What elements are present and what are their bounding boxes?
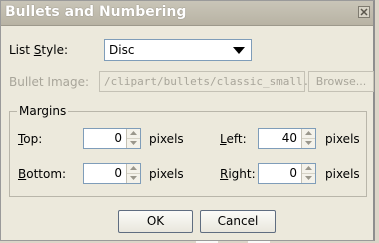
close-icon [360, 8, 368, 16]
bottom-unit: pixels [149, 167, 184, 181]
top-label: Top: [18, 132, 43, 146]
spin-buttons [301, 129, 315, 148]
spin-down-icon [305, 176, 312, 180]
margins-group [9, 111, 367, 197]
list-style-label: List Style: [9, 43, 68, 57]
title-bar: Bullets and Numbering [1, 1, 373, 26]
top-unit: pixels [149, 132, 184, 146]
spin-up-button[interactable] [127, 129, 140, 139]
spin-down-button[interactable] [302, 139, 315, 148]
margins-legend: Margins [17, 104, 69, 118]
left-value: 40 [281, 131, 297, 145]
spin-down-icon [130, 176, 137, 180]
spin-up-button[interactable] [127, 164, 140, 174]
spin-buttons [126, 129, 140, 148]
ok-button[interactable]: OK [118, 210, 193, 233]
spin-up-icon [305, 166, 312, 170]
bottom-label: Bottom: [18, 167, 67, 181]
left-unit: pixels [325, 132, 360, 146]
dialog-title: Bullets and Numbering [5, 4, 187, 20]
spin-up-button[interactable] [302, 164, 315, 174]
top-spinner[interactable]: 0 [83, 128, 141, 149]
spin-up-icon [130, 131, 137, 135]
right-label: Right: [220, 167, 256, 181]
bullet-image-label: Bullet Image: [9, 75, 90, 89]
bullets-numbering-dialog: Bullets and Numbering List Style: Disc B… [0, 0, 375, 241]
spin-down-icon [130, 141, 137, 145]
list-style-value: Disc [109, 43, 135, 57]
bottom-value: 0 [114, 166, 122, 180]
spin-down-icon [305, 141, 312, 145]
spin-buttons [126, 164, 140, 183]
spin-down-button[interactable] [302, 174, 315, 183]
left-label: Left: [220, 132, 247, 146]
right-spinner[interactable]: 0 [258, 163, 316, 184]
list-style-select[interactable]: Disc [104, 39, 252, 61]
browse-button[interactable]: Browse... [308, 71, 374, 92]
close-button[interactable] [358, 6, 370, 18]
spin-up-icon [305, 131, 312, 135]
top-value: 0 [114, 131, 122, 145]
spin-up-icon [130, 166, 137, 170]
dropdown-arrow-icon [233, 47, 245, 54]
right-unit: pixels [325, 167, 360, 181]
bullet-image-field[interactable]: /clipart/bullets/classic_small.gif [99, 71, 329, 92]
spin-down-button[interactable] [127, 139, 140, 148]
bullet-image-value: /clipart/bullets/classic_small.gif [104, 75, 330, 88]
cancel-button[interactable]: Cancel [200, 210, 276, 233]
bottom-spinner[interactable]: 0 [83, 163, 141, 184]
left-spinner[interactable]: 40 [258, 128, 316, 149]
spin-buttons [301, 164, 315, 183]
spin-down-button[interactable] [127, 174, 140, 183]
right-value: 0 [289, 166, 297, 180]
spin-up-button[interactable] [302, 129, 315, 139]
